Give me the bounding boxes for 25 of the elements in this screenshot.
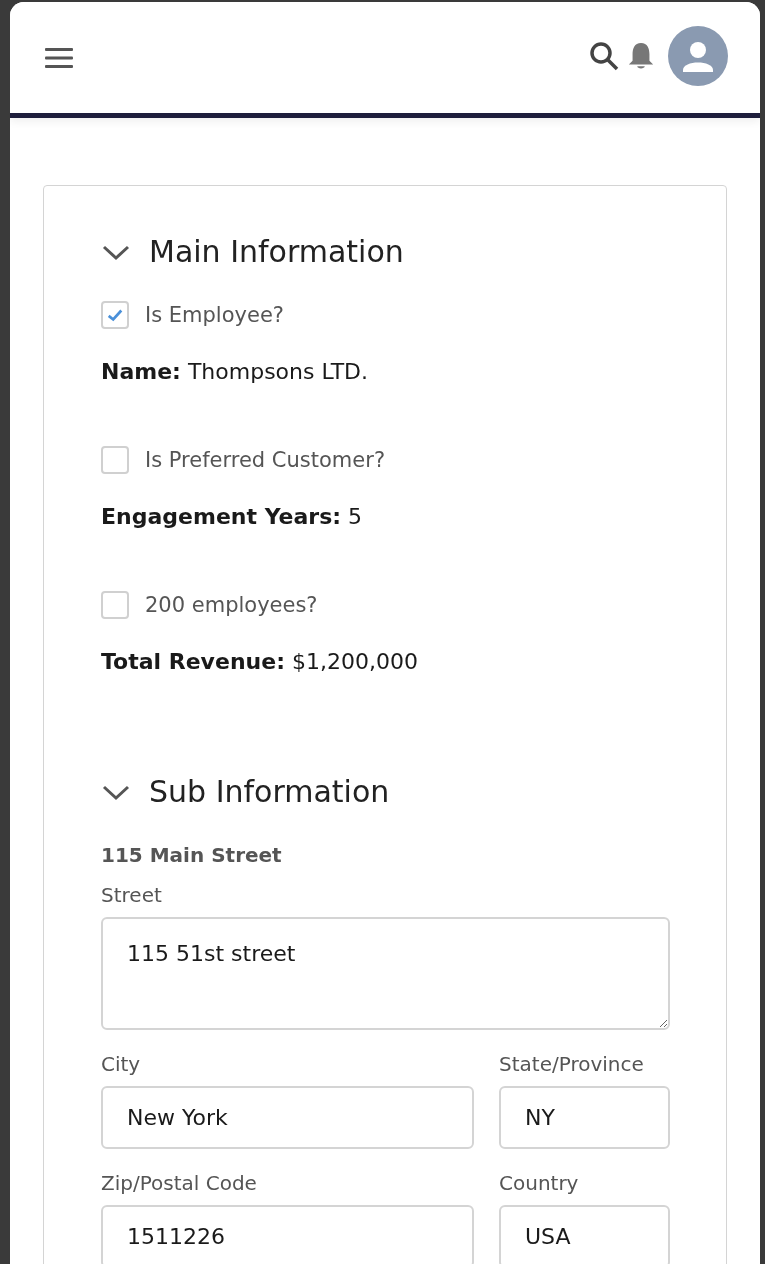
checkbox-label: 200 employees? xyxy=(145,593,318,617)
checkbox[interactable] xyxy=(101,591,129,619)
section-title[interactable]: Main Information xyxy=(149,234,404,269)
checkbox[interactable] xyxy=(101,446,129,474)
checkbox-label: Is Employee? xyxy=(145,303,284,327)
field-value: Engagement Years: 5 xyxy=(101,504,364,529)
city-field[interactable]: New York xyxy=(101,1086,474,1149)
checkbox[interactable] xyxy=(101,301,129,329)
search-icon[interactable] xyxy=(588,39,620,72)
country-field[interactable]: USA xyxy=(499,1205,670,1264)
field-label: City xyxy=(101,1052,142,1076)
menu-icon[interactable] xyxy=(45,46,73,69)
avatar-icon[interactable] xyxy=(668,25,728,86)
field-label: State/Province xyxy=(499,1052,645,1076)
field-value: Total Revenue: $1,200,000 xyxy=(101,649,419,674)
field-label: Street xyxy=(101,883,163,907)
field-label: Country xyxy=(499,1171,580,1195)
street-field[interactable]: 115 51st street xyxy=(101,917,670,1030)
field-label: Zip/Postal Code xyxy=(101,1171,258,1195)
state-field[interactable]: NY xyxy=(499,1086,670,1149)
section-title[interactable]: Sub Information xyxy=(149,774,390,809)
checkbox-label: Is Preferred Customer? xyxy=(145,448,386,472)
address-title: 115 Main Street xyxy=(101,843,283,867)
field-value: Name: Thompsons LTD. xyxy=(101,359,370,384)
zip-field[interactable]: 1511226 xyxy=(101,1205,474,1264)
